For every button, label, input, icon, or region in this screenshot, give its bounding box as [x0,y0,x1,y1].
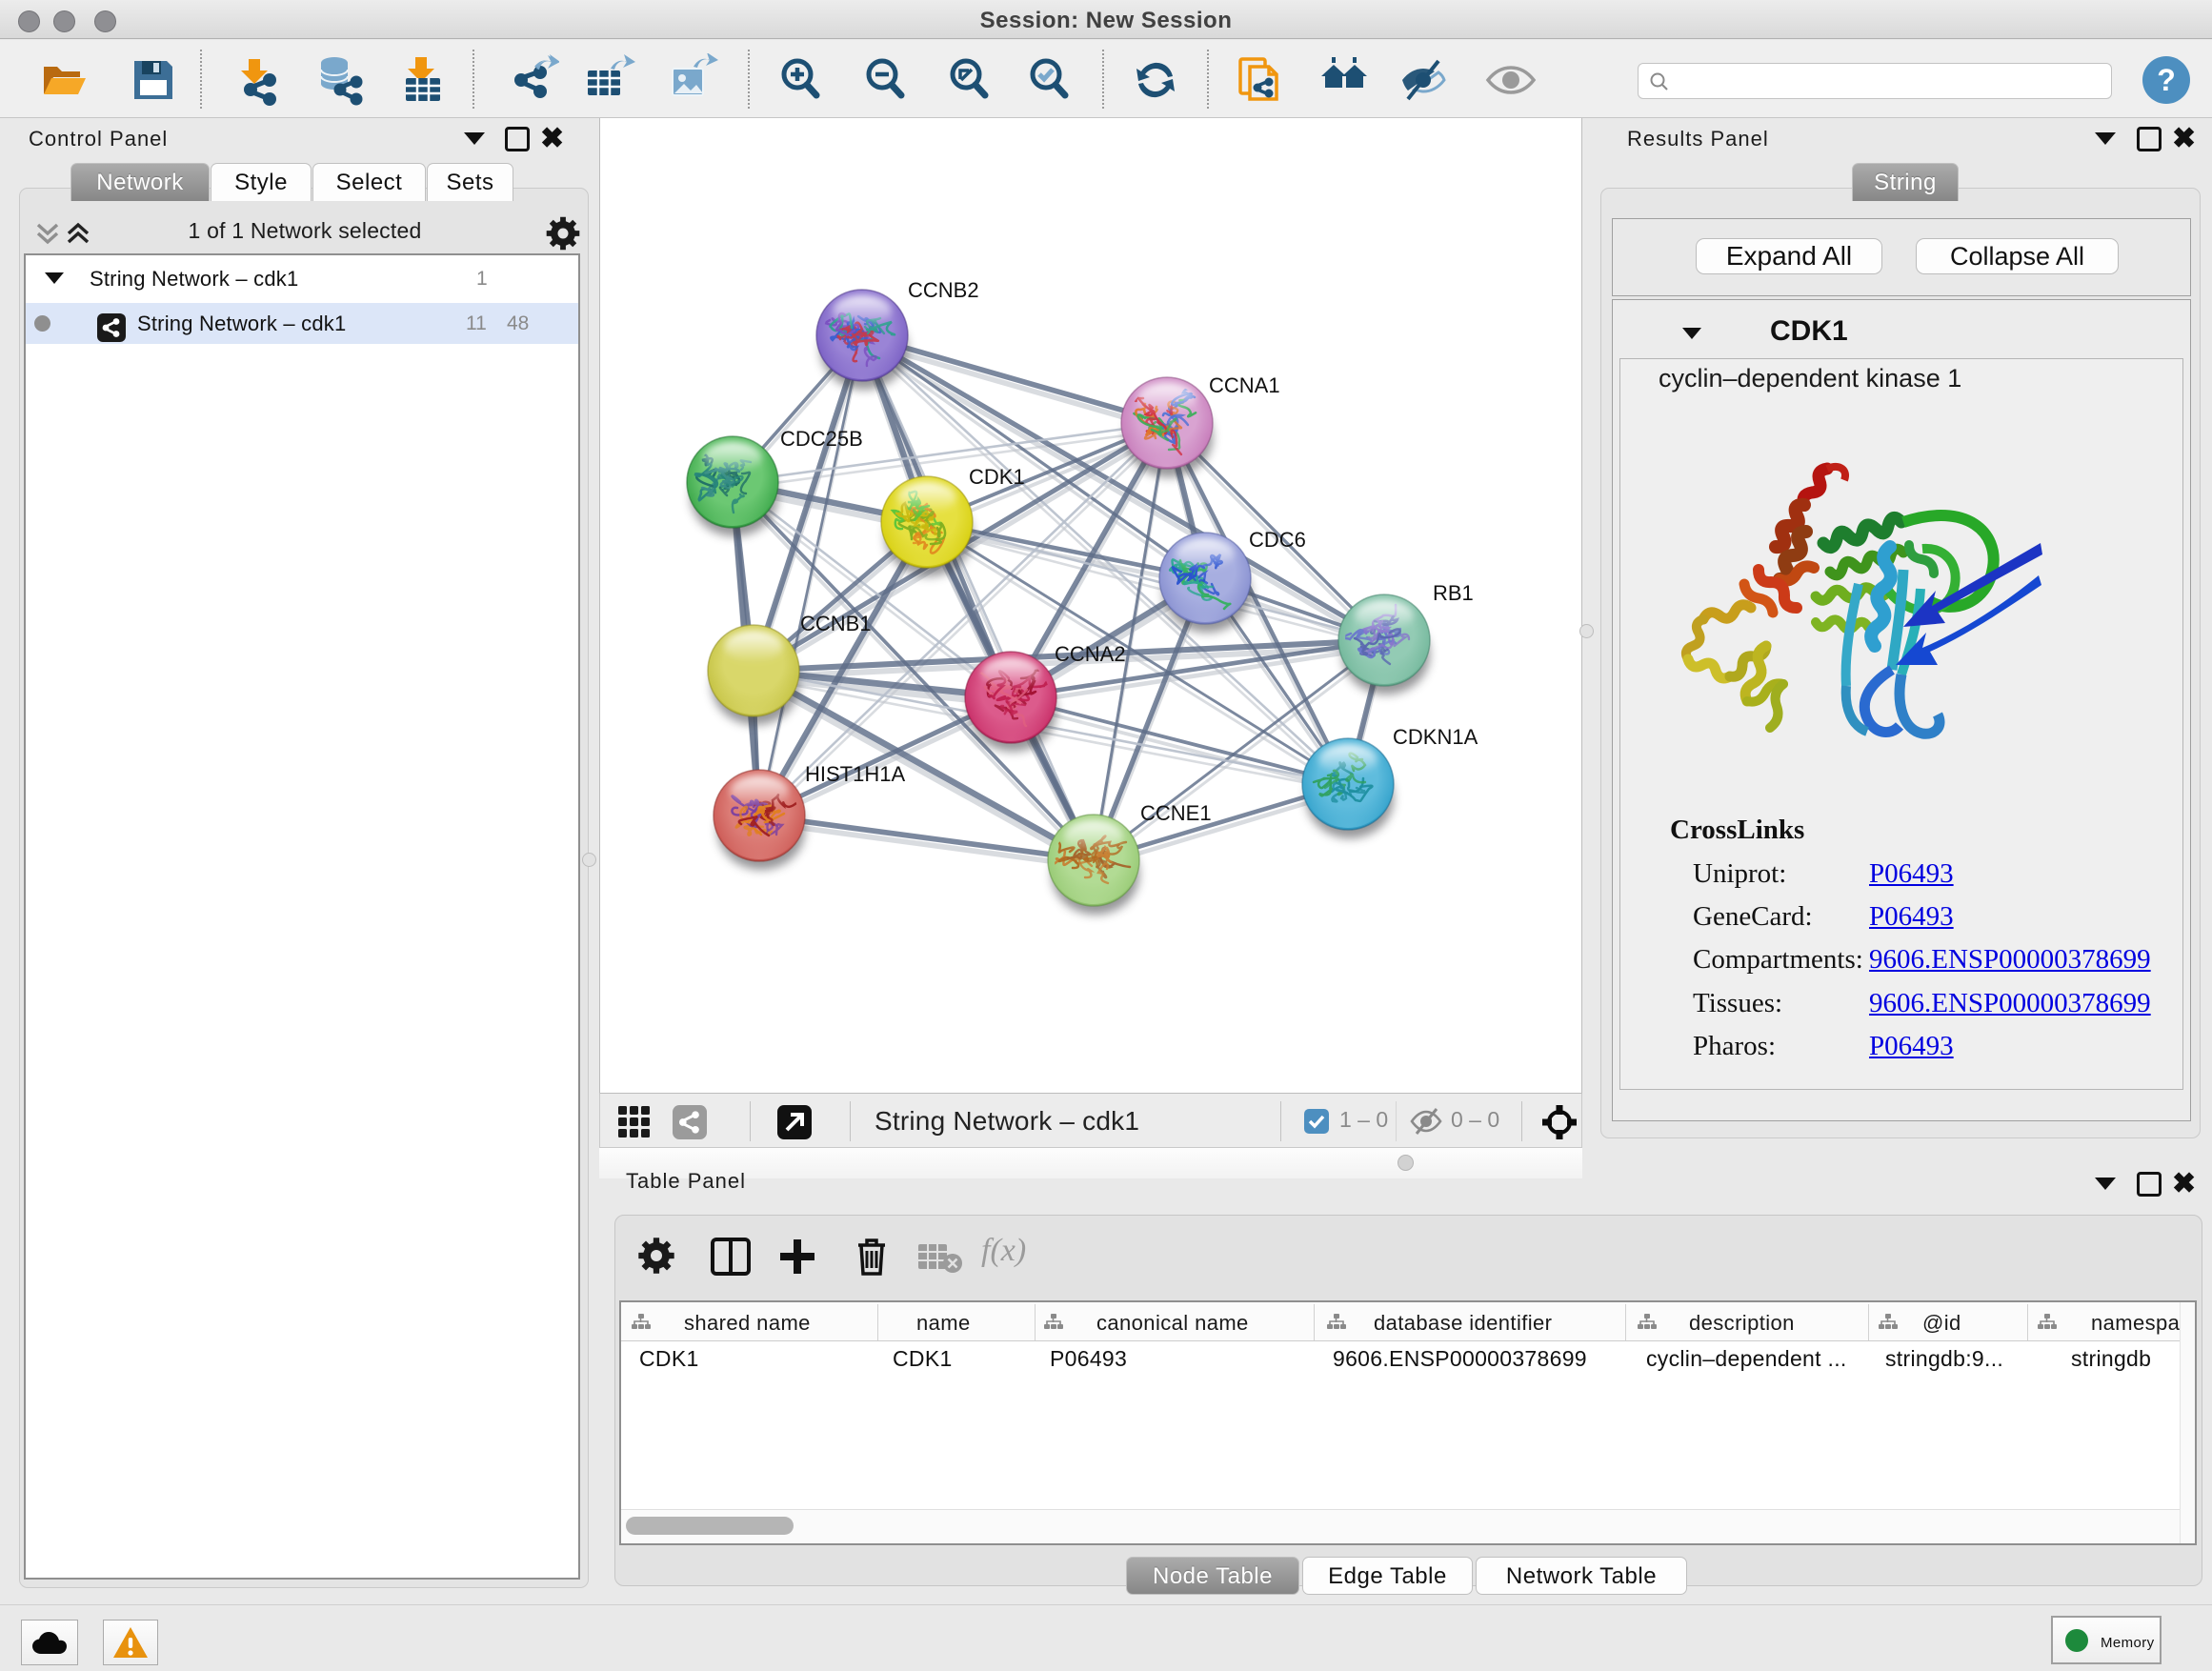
svg-text:CCNE1: CCNE1 [1140,801,1212,825]
svg-text:CCNB1: CCNB1 [800,612,872,635]
svg-text:CCNA1: CCNA1 [1209,373,1280,397]
svg-text:HIST1H1A: HIST1H1A [805,762,905,786]
svg-text:CCNA2: CCNA2 [1055,642,1126,666]
svg-text:CCNB2: CCNB2 [908,278,979,302]
svg-text:CDC6: CDC6 [1249,528,1306,552]
svg-text:CDK1: CDK1 [969,465,1025,489]
svg-text:CDC25B: CDC25B [780,427,863,451]
svg-text:RB1: RB1 [1433,581,1474,605]
svg-text:CDKN1A: CDKN1A [1393,725,1478,749]
svg-text:?: ? [2157,63,2176,97]
